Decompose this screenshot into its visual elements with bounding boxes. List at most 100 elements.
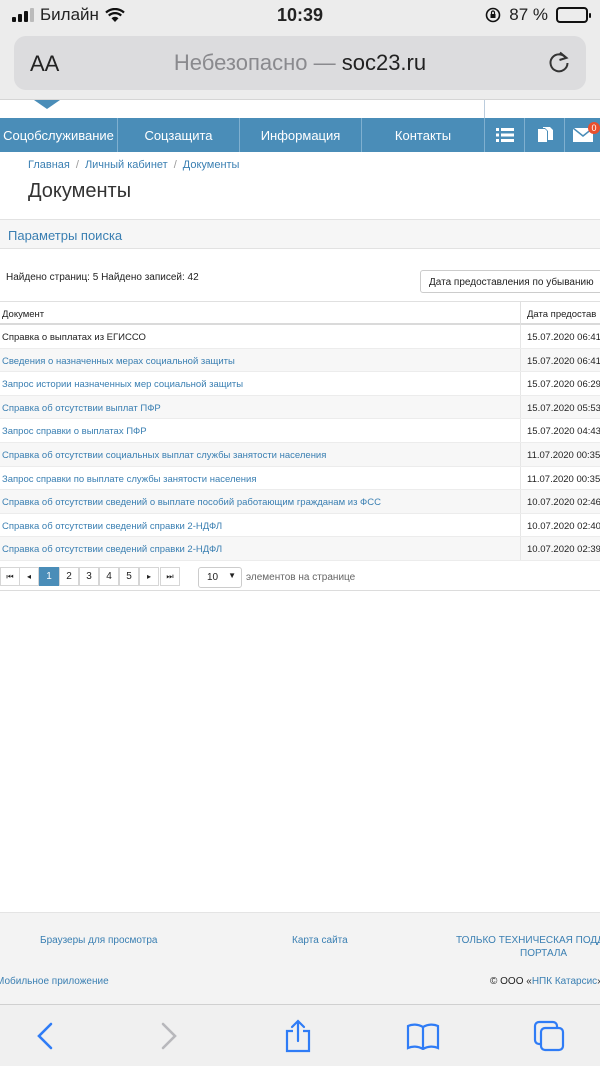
nav-item-social-protection[interactable]: Соцзащита xyxy=(118,118,240,152)
footer-copyright: © ООО «НПК Катарсис», xyxy=(490,976,600,987)
page-button-2[interactable]: 2 xyxy=(59,567,79,586)
table-row: Справка о выплатах из ЕГИССО 15.07.2020 0… xyxy=(0,325,600,349)
nav-list-button[interactable] xyxy=(485,118,525,152)
table-row: Справка об отсутствии социальных выплат … xyxy=(0,442,600,467)
document-link[interactable]: Запрос справки о выплатах ПФР xyxy=(2,426,147,437)
address-bar[interactable]: AA Небезопасно — soc23.ru xyxy=(14,36,586,90)
document-date: 15.07.2020 05:53 xyxy=(527,402,600,414)
page-button-4[interactable]: 4 xyxy=(99,567,119,586)
page-button-5[interactable]: 5 xyxy=(119,567,139,586)
book-icon xyxy=(406,1023,440,1050)
document-date: 15.07.2020 06:41 xyxy=(527,332,600,343)
document-link[interactable]: Справка об отсутствии сведений справки 2… xyxy=(2,521,222,532)
document-link[interactable]: Справка об отсутствии выплат ПФР xyxy=(2,403,161,414)
column-header-date[interactable]: Дата предостав xyxy=(527,309,596,320)
documents-icon xyxy=(537,127,553,142)
chevron-right-icon xyxy=(161,1022,177,1050)
column-divider xyxy=(520,537,521,560)
results-count: Найдено страниц: 5 Найдено записей: 42 xyxy=(6,272,199,283)
table-row: Справка об отсутствии сведений справки 2… xyxy=(0,537,600,561)
search-parameters-panel[interactable]: Параметры поиска xyxy=(0,219,600,249)
document-link[interactable]: Запрос справки по выплате службы занятос… xyxy=(2,474,257,485)
column-divider xyxy=(520,419,521,442)
list-icon xyxy=(495,128,514,142)
footer-link-sitemap[interactable]: Карта сайта xyxy=(292,935,348,946)
page-size-value: 10 xyxy=(207,572,219,583)
url-domain: soc23.ru xyxy=(341,50,427,75)
document-date: 10.07.2020 02:40 xyxy=(527,520,600,532)
url-security-label: Небезопасно — xyxy=(173,50,336,75)
pagination: ⏮ ◂ 1 2 3 4 5 ▸ ⏭ 10 ▼ элементов на стран… xyxy=(0,563,600,591)
battery-icon xyxy=(556,7,591,23)
column-divider xyxy=(520,466,521,490)
document-link[interactable]: Справка об отсутствии сведений справки 2… xyxy=(2,544,222,555)
orientation-lock-icon xyxy=(485,7,501,23)
document-date: 10.07.2020 02:46 xyxy=(527,497,600,509)
site-footer: Браузеры для просмотра Карта сайта ТОЛЬК… xyxy=(0,912,600,1004)
table-header: Документ Дата предостав xyxy=(0,302,600,325)
footer-link-support-line2[interactable]: ПОРТАЛА xyxy=(520,948,567,959)
tabs-icon xyxy=(533,1020,565,1052)
nav-item-social-service[interactable]: Соцобслуживание xyxy=(0,118,118,152)
site-header xyxy=(0,100,600,118)
last-page-button[interactable]: ⏭ xyxy=(160,567,180,586)
url-display[interactable]: Небезопасно — soc23.ru xyxy=(14,50,586,76)
breadcrumb-home[interactable]: Главная xyxy=(28,159,70,171)
bookmarks-button[interactable] xyxy=(406,1019,440,1053)
column-divider xyxy=(520,348,521,372)
chevron-down-icon: ▼ xyxy=(228,571,236,580)
back-button[interactable] xyxy=(28,1019,62,1053)
page-size-select[interactable]: 10 ▼ xyxy=(198,567,242,588)
next-page-button[interactable]: ▸ xyxy=(139,567,159,586)
document-date: 11.07.2020 00:35 xyxy=(527,473,600,485)
breadcrumb-separator: / xyxy=(173,159,177,171)
header-divider xyxy=(484,100,485,118)
nav-item-information[interactable]: Информация xyxy=(240,118,362,152)
document-date: 15.07.2020 06:29 xyxy=(527,379,600,391)
table-row: Запрос истории назначенных мер социально… xyxy=(0,372,600,396)
document-date: 15.07.2020 06:41 xyxy=(527,355,600,367)
search-parameters-toggle[interactable]: Параметры поиска xyxy=(8,228,122,243)
footer-link-browsers[interactable]: Браузеры для просмотра xyxy=(40,935,157,946)
messages-badge: 0 xyxy=(588,122,600,134)
page-button-3[interactable]: 3 xyxy=(79,567,99,586)
browser-toolbar xyxy=(0,1004,600,1066)
forward-button[interactable] xyxy=(152,1019,186,1053)
copyright-company-link[interactable]: НПК Катарсис xyxy=(532,976,597,987)
breadcrumb: Главная / Личный кабинет / Документы xyxy=(28,159,239,171)
footer-link-mobile-app[interactable]: Мобильное приложение xyxy=(0,976,109,987)
nav-messages-button[interactable]: 0 xyxy=(565,118,600,152)
document-link[interactable]: Справка об отсутствии социальных выплат … xyxy=(2,450,326,461)
document-link[interactable]: Запрос истории назначенных мер социально… xyxy=(2,379,243,390)
document-date: 15.07.2020 04:43 xyxy=(527,426,600,438)
first-page-button[interactable]: ⏮ xyxy=(0,567,20,586)
footer-link-support[interactable]: ТОЛЬКО ТЕХНИЧЕСКАЯ ПОДДЕ xyxy=(456,935,600,946)
document-date: 11.07.2020 00:35 xyxy=(527,449,600,461)
tabs-button[interactable] xyxy=(532,1019,566,1053)
column-divider xyxy=(520,302,521,325)
table-row: Запрос справки о выплатах ПФР 15.07.2020 … xyxy=(0,419,600,443)
breadcrumb-account[interactable]: Личный кабинет xyxy=(85,159,168,171)
table-row: Сведения о назначенных мерах социальной … xyxy=(0,348,600,373)
column-header-document[interactable]: Документ xyxy=(2,309,44,320)
nav-item-contacts[interactable]: Контакты xyxy=(362,118,485,152)
document-date: 10.07.2020 02:39 xyxy=(527,544,600,556)
column-divider xyxy=(520,372,521,395)
document-link[interactable]: Справка об отсутствии сведений о выплате… xyxy=(2,497,381,508)
column-divider xyxy=(520,442,521,466)
breadcrumb-documents[interactable]: Документы xyxy=(183,159,240,171)
sort-dropdown[interactable]: Дата предоставления по убыванию xyxy=(420,270,600,293)
copyright-prefix: © ООО « xyxy=(490,976,532,987)
nav-documents-button[interactable] xyxy=(525,118,565,152)
share-icon xyxy=(285,1019,311,1053)
main-nav: Соцобслуживание Соцзащита Информация Кон… xyxy=(0,118,600,152)
column-divider xyxy=(520,395,521,419)
share-button[interactable] xyxy=(281,1019,315,1053)
prev-page-button[interactable]: ◂ xyxy=(19,567,39,586)
document-link[interactable]: Сведения о назначенных мерах социальной … xyxy=(2,356,235,367)
page-size-label: элементов на странице xyxy=(246,572,356,583)
page-button-1[interactable]: 1 xyxy=(39,567,59,586)
page-title: Документы xyxy=(28,180,132,202)
reload-icon[interactable] xyxy=(546,49,572,75)
table-row: Запрос справки по выплате службы занятос… xyxy=(0,466,600,491)
